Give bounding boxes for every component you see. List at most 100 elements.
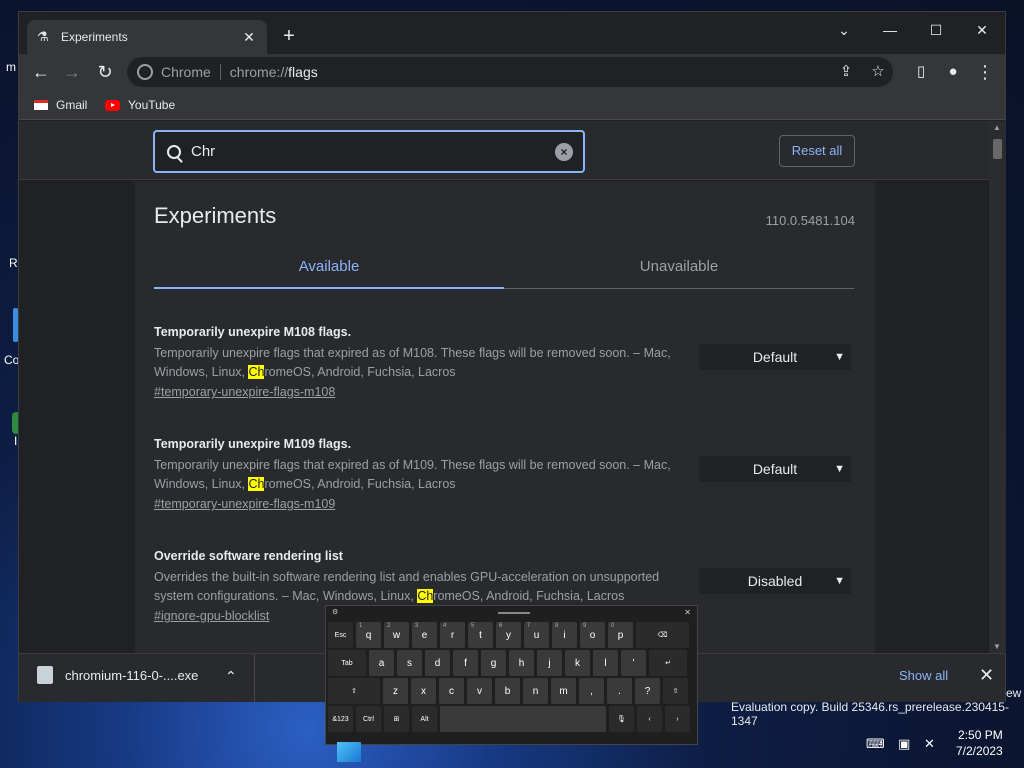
flag-state-select[interactable]: Default ▼ <box>699 344 851 370</box>
reload-icon[interactable]: ↻ <box>91 58 119 86</box>
windows-start-icon[interactable] <box>337 742 361 762</box>
keyboard-key[interactable]: ⌫ <box>636 622 689 648</box>
keyboard-key[interactable]: g <box>481 650 506 676</box>
bookmark-youtube[interactable]: YouTube <box>105 96 175 114</box>
share-icon[interactable]: ⇪ <box>833 57 859 87</box>
bookmark-star-icon[interactable]: ☆ <box>865 57 891 87</box>
keyboard-key[interactable]: f <box>453 650 478 676</box>
url-scheme: chrome:// <box>229 64 289 80</box>
keyboard-key[interactable]: › <box>665 706 690 732</box>
keyboard-key[interactable]: b <box>495 678 520 704</box>
keyboard-drag-handle[interactable] <box>498 612 530 614</box>
bookmark-label: YouTube <box>128 98 176 112</box>
flag-description: Temporarily unexpire flags that expired … <box>154 458 671 491</box>
keyboard-key[interactable]: r4 <box>440 622 465 648</box>
keyboard-key[interactable]: &123 <box>328 706 353 732</box>
keyboard-key[interactable]: Alt <box>412 706 437 732</box>
keyboard-key[interactable] <box>440 706 606 732</box>
keyboard-key[interactable]: Tab <box>328 650 366 676</box>
tab-experiments[interactable]: ⚗ Experiments ✕ <box>27 20 267 54</box>
keyboard-key[interactable]: x <box>411 678 436 704</box>
clear-search-icon[interactable]: × <box>555 142 573 161</box>
keyboard-key[interactable]: h <box>509 650 534 676</box>
profile-icon[interactable]: ● <box>939 58 967 86</box>
keyboard-key[interactable]: o9 <box>580 622 605 648</box>
keyboard-tray-icon[interactable]: ⌨ <box>866 736 885 752</box>
keyboard-key[interactable]: d <box>425 650 450 676</box>
tab-search-button[interactable]: ⌄ <box>821 16 867 44</box>
flag-state-select[interactable]: Default ▼ <box>699 456 851 482</box>
keyboard-key[interactable]: n <box>523 678 548 704</box>
address-bar[interactable]: Chrome chrome:// flags ⇪ ☆ <box>127 57 893 87</box>
reset-all-button[interactable]: Reset all <box>779 135 855 167</box>
keyboard-key[interactable]: Ctrl <box>356 706 381 732</box>
keyboard-key[interactable]: ? <box>635 678 660 704</box>
keyboard-key[interactable]: ' <box>621 650 646 676</box>
tab-title: Experiments <box>61 30 128 44</box>
keyboard-key[interactable]: i8 <box>552 622 577 648</box>
keyboard-key[interactable]: u7 <box>524 622 549 648</box>
search-input[interactable]: Chr × <box>153 130 585 173</box>
keyboard-key[interactable]: ↵ <box>649 650 687 676</box>
maximize-button[interactable]: ☐ <box>913 16 959 44</box>
page-scrollbar[interactable]: ▲ ▼ <box>989 121 1006 653</box>
keyboard-key[interactable]: ⊞ <box>384 706 409 732</box>
tab-unavailable[interactable]: Unavailable <box>504 249 854 289</box>
keyboard-close-icon[interactable]: ✕ <box>684 608 691 617</box>
close-window-button[interactable]: ✕ <box>959 16 1005 44</box>
keyboard-key[interactable]: , <box>579 678 604 704</box>
keyboard-key[interactable]: Esc <box>328 622 353 648</box>
system-clock[interactable]: 2:50 PM 7/2/2023 <box>956 727 1003 759</box>
flags-tabs: Available Unavailable <box>154 249 854 289</box>
keyboard-key[interactable]: t5 <box>468 622 493 648</box>
flag-anchor-link[interactable]: #temporary-unexpire-flags-m108 <box>154 385 854 399</box>
browser-toolbar: ← → ↻ Chrome chrome:// flags ⇪ ☆ ▯ ● ⋮ <box>19 54 1005 90</box>
keyboard-key[interactable]: s <box>397 650 422 676</box>
keyboard-key[interactable]: ‹ <box>637 706 662 732</box>
keyboard-settings-icon[interactable]: ⚙ <box>332 608 338 616</box>
chevron-up-icon[interactable]: ⌃ <box>225 668 237 685</box>
keyboard-key[interactable]: q1 <box>356 622 381 648</box>
tab-close-icon[interactable]: ✕ <box>241 29 257 46</box>
touch-keyboard: ⚙ ✕ Esc q 1 w 2 e 3 r 4 t 5 y 6 u 7 i 8 o 9 p 0 ⌫ Tab a s d f g h j k… <box>325 605 698 745</box>
keyboard-key[interactable]: . <box>607 678 632 704</box>
network-icon[interactable]: ▣ <box>898 736 910 752</box>
keyboard-key[interactable]: e3 <box>412 622 437 648</box>
keyboard-key[interactable]: v <box>467 678 492 704</box>
download-item[interactable]: chromium-116-0-....exe <box>37 666 198 684</box>
keyboard-key[interactable]: ⇧ <box>328 678 380 704</box>
keyboard-key[interactable]: k <box>565 650 590 676</box>
scroll-down-arrow-icon[interactable]: ▼ <box>993 642 1001 651</box>
keyboard-key[interactable]: m <box>551 678 576 704</box>
keyboard-key[interactable]: p0 <box>608 622 633 648</box>
menu-kebab-icon[interactable]: ⋮ <box>971 58 999 86</box>
bookmark-gmail[interactable]: Gmail <box>34 96 87 114</box>
scroll-thumb[interactable] <box>993 139 1002 159</box>
keyboard-key[interactable]: w2 <box>384 622 409 648</box>
keyboard-key[interactable]: ⇧ <box>663 678 688 704</box>
keyboard-key[interactable]: a <box>369 650 394 676</box>
gmail-icon <box>34 100 48 110</box>
flag-state-select[interactable]: Disabled ▼ <box>699 568 851 594</box>
keyboard-key[interactable]: z <box>383 678 408 704</box>
back-arrow-icon[interactable]: ← <box>27 58 55 86</box>
forward-arrow-icon[interactable]: → <box>58 58 86 86</box>
keyboard-title-bar: ⚙ ✕ <box>328 608 695 620</box>
url-host: flags <box>288 64 318 80</box>
keyboard-key[interactable]: c <box>439 678 464 704</box>
keyboard-key[interactable]: y6 <box>496 622 521 648</box>
volume-muted-icon[interactable]: ✕ <box>924 736 935 752</box>
minimize-button[interactable]: — <box>867 16 913 44</box>
flag-item: Temporarily unexpire M108 flags. Tempora… <box>154 325 854 399</box>
close-download-shelf-icon[interactable]: ✕ <box>979 665 994 686</box>
scroll-up-arrow-icon[interactable]: ▲ <box>993 123 1001 132</box>
tab-available[interactable]: Available <box>154 249 504 289</box>
show-all-link[interactable]: Show all <box>899 668 948 683</box>
flag-anchor-link[interactable]: #temporary-unexpire-flags-m109 <box>154 497 854 511</box>
new-tab-button[interactable]: + <box>277 24 301 48</box>
keyboard-key[interactable]: j <box>537 650 562 676</box>
keyboard-key[interactable]: l <box>593 650 618 676</box>
keyboard-key[interactable]: 🎙 <box>609 706 634 732</box>
site-label: Chrome <box>161 64 211 80</box>
side-panel-icon[interactable]: ▯ <box>907 58 935 86</box>
